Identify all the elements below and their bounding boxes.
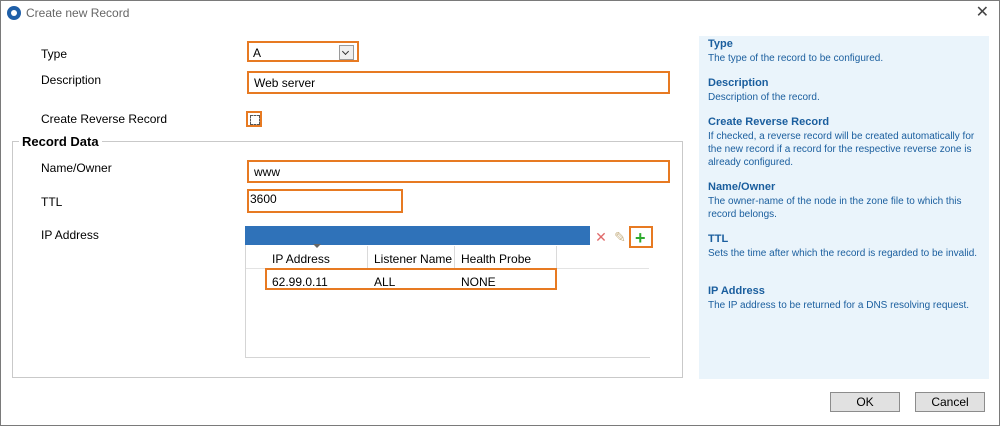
type-label: Type [41,47,68,61]
column-separator [454,246,455,268]
chevron-down-icon[interactable] [339,45,354,60]
help-title-name-owner: Name/Owner [708,181,776,193]
description-label: Description [41,73,102,87]
column-header-ip-address[interactable]: IP Address [272,252,330,266]
ttl-label: TTL [41,195,63,209]
type-select[interactable]: A [247,41,359,62]
column-header-health-probe[interactable]: Health Probe [461,252,531,266]
help-text-description: Description of the record. [708,92,820,103]
help-title-ip-address: IP Address [708,285,765,297]
close-icon[interactable]: ✕ [976,3,989,23]
column-separator [556,246,557,268]
ip-address-label: IP Address [41,228,99,242]
help-title-ttl: TTL [708,233,729,245]
ttl-input-value: 3600 [250,192,277,206]
ok-button[interactable]: OK [830,392,900,412]
description-input-value: Web server [254,76,316,90]
sort-down-icon [313,244,321,248]
reverse-record-label: Create Reverse Record [41,112,168,126]
column-header-listener-name[interactable]: Listener Name [374,252,452,266]
cell-ip-address: 62.99.0.11 [272,275,328,289]
help-title-type: Type [708,38,733,50]
record-data-title: Record Data [19,134,102,149]
cell-health-probe: NONE [461,275,496,289]
ttl-input[interactable]: 3600 [247,189,403,213]
help-text-ttl: Sets the time after which the record is … [708,248,978,259]
description-input[interactable]: Web server [247,71,670,94]
column-separator [367,246,368,268]
name-owner-input-value: www [254,165,280,179]
help-title-description: Description [708,77,769,89]
cell-listener-name: ALL [374,275,396,289]
help-title-reverse: Create Reverse Record [708,116,830,128]
app-logo-icon [7,6,21,20]
delete-icon[interactable]: ✕ [593,229,609,245]
help-text-type: The type of the record to be configured. [708,53,884,64]
help-text-ip-address: The IP address to be returned for a DNS … [708,300,970,311]
help-text-name-owner: The owner-name of the node in the zone f… [708,196,962,220]
type-select-value: A [253,46,262,60]
help-text-reverse: If checked, a reverse record will be cre… [708,131,975,168]
edit-pencil-icon[interactable]: ✎ [612,229,628,245]
checkbox-inner [250,115,260,125]
ip-table-toolbar [245,226,590,245]
reverse-record-checkbox[interactable] [246,111,262,127]
name-owner-label: Name/Owner [41,161,112,175]
cancel-button[interactable]: Cancel [915,392,985,412]
name-owner-input[interactable]: www [247,160,670,183]
window-title: Create new Record [26,6,130,20]
title-bar: Create new Record ✕ [1,1,999,26]
